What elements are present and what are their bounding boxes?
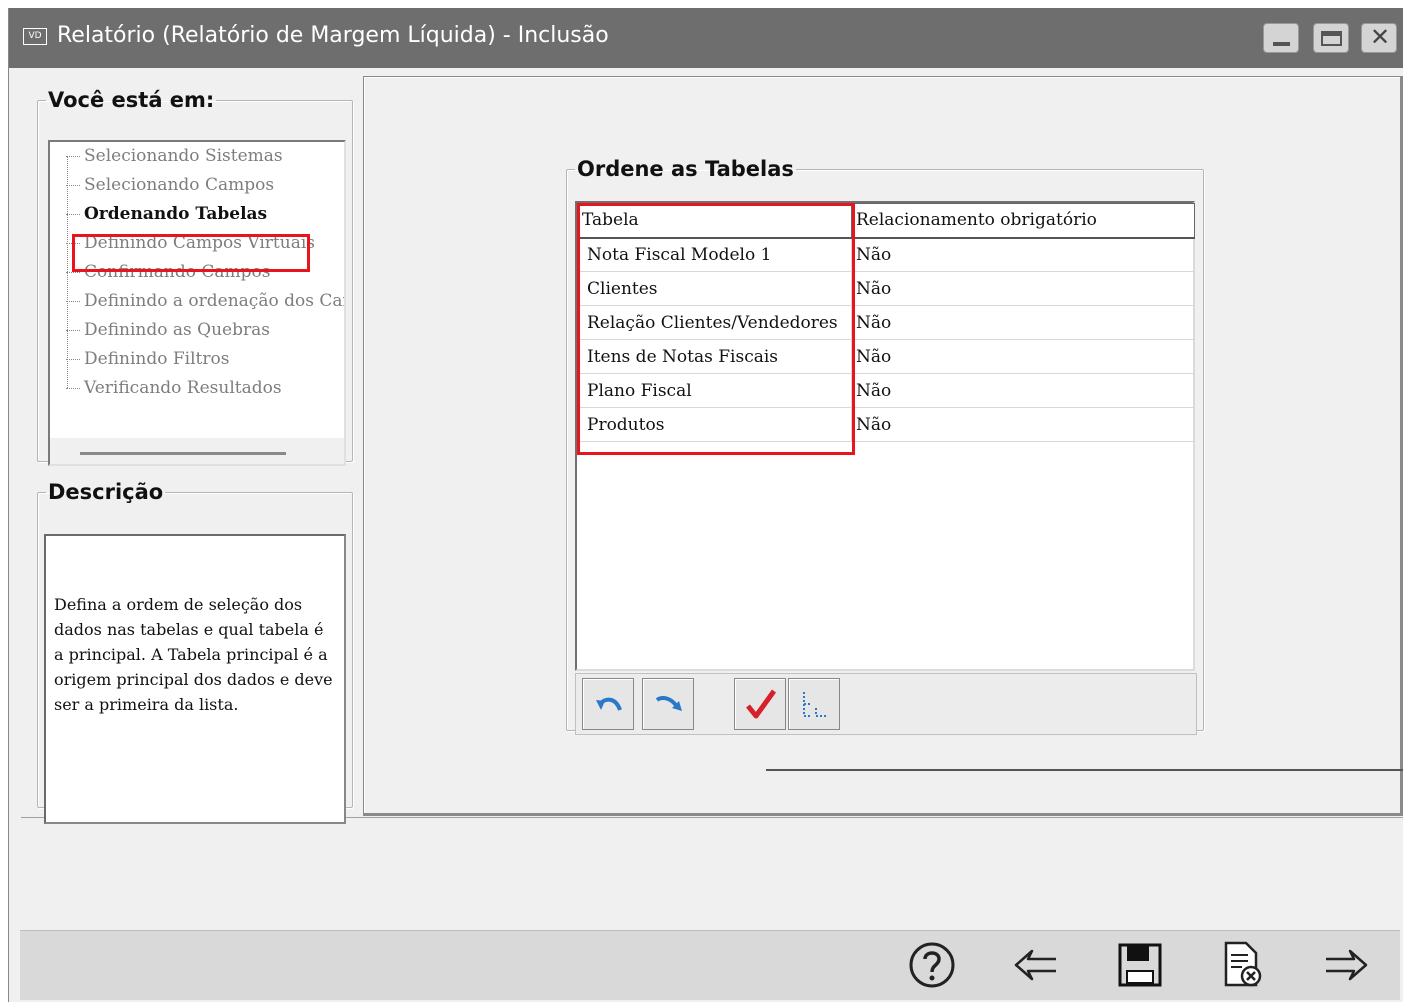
description-title: Descrição bbox=[48, 480, 164, 504]
checkmark-icon bbox=[746, 689, 777, 719]
column-header-relacionamento[interactable]: Relacionamento obrigatório bbox=[851, 203, 1195, 239]
cancel-button[interactable] bbox=[1216, 939, 1268, 991]
next-arrow-icon bbox=[1326, 949, 1368, 981]
step-item[interactable]: Selecionando Campos bbox=[66, 175, 274, 195]
separator-line bbox=[766, 769, 1403, 771]
step-item[interactable]: Ordenando Tabelas bbox=[66, 204, 267, 224]
next-button[interactable] bbox=[1320, 939, 1372, 991]
move-down-button[interactable] bbox=[642, 678, 694, 730]
navigation-bar bbox=[20, 930, 1400, 1000]
cell-tabela[interactable]: Itens de Notas Fiscais bbox=[577, 339, 852, 374]
table-row[interactable]: Produtos Não bbox=[577, 407, 1195, 442]
location-title: Você está em: bbox=[48, 88, 215, 112]
cell-relacionamento[interactable]: Não bbox=[851, 237, 1195, 272]
cell-relacionamento[interactable]: Não bbox=[851, 271, 1195, 306]
table-row[interactable]: Plano Fiscal Não bbox=[577, 373, 1195, 408]
cell-relacionamento[interactable]: Não bbox=[851, 305, 1195, 340]
scrollbar-thumb[interactable] bbox=[80, 452, 286, 455]
cell-tabela[interactable]: Produtos bbox=[577, 407, 852, 442]
step-item[interactable]: Definindo Filtros bbox=[66, 349, 229, 369]
step-item[interactable]: Selecionando Sistemas bbox=[66, 146, 283, 166]
step-item[interactable]: Definindo a ordenação dos Campos bbox=[66, 291, 344, 311]
move-up-button[interactable] bbox=[582, 678, 634, 730]
close-icon: ✕ bbox=[1370, 23, 1391, 51]
tree-view-button[interactable] bbox=[788, 678, 840, 730]
cell-relacionamento[interactable]: Não bbox=[851, 407, 1195, 442]
table-row[interactable]: Itens de Notas Fiscais Não bbox=[577, 339, 1195, 374]
grid-toolbar bbox=[575, 673, 1197, 735]
content-panel: Ordene as Tabelas Tabela Relacionamento … bbox=[363, 76, 1403, 816]
save-button[interactable] bbox=[1114, 939, 1166, 991]
column-header-tabela[interactable]: Tabela bbox=[577, 203, 852, 239]
confirm-button[interactable] bbox=[734, 678, 786, 730]
tables-grid[interactable]: Tabela Relacionamento obrigatório Nota F… bbox=[575, 201, 1195, 671]
step-item[interactable]: Verificando Resultados bbox=[66, 378, 282, 398]
title-bar[interactable]: VD Relatório (Relatório de Margem Líquid… bbox=[9, 8, 1403, 68]
cell-tabela[interactable]: Plano Fiscal bbox=[577, 373, 852, 408]
table-row[interactable]: Relação Clientes/Vendedores Não bbox=[577, 305, 1195, 340]
cell-tabela[interactable]: Relação Clientes/Vendedores bbox=[577, 305, 852, 340]
tables-title: Ordene as Tabelas bbox=[577, 157, 794, 181]
cell-relacionamento[interactable]: Não bbox=[851, 339, 1195, 374]
tree-icon bbox=[803, 692, 826, 717]
minimize-button[interactable] bbox=[1263, 23, 1299, 53]
steps-horizontal-scrollbar[interactable] bbox=[50, 438, 344, 464]
close-button[interactable]: ✕ bbox=[1361, 23, 1397, 53]
cell-tabela[interactable]: Clientes bbox=[577, 271, 852, 306]
table-row[interactable]: Clientes Não bbox=[577, 271, 1195, 306]
tables-table: Tabela Relacionamento obrigatório Nota F… bbox=[577, 203, 1195, 442]
maximize-icon bbox=[1321, 31, 1342, 46]
save-icon bbox=[1118, 943, 1162, 987]
steps-tree[interactable]: Selecionando Sistemas Selecionando Campos… bbox=[48, 140, 346, 466]
window-title: Relatório (Relatório de Margem Líquida) … bbox=[57, 23, 609, 48]
step-item[interactable]: Definindo as Quebras bbox=[66, 320, 270, 340]
maximize-button[interactable] bbox=[1313, 23, 1349, 53]
cell-tabela[interactable]: Nota Fiscal Modelo 1 bbox=[577, 237, 852, 272]
back-arrow-icon bbox=[1014, 949, 1056, 981]
highlight-box-active-step bbox=[72, 234, 310, 272]
app-logo: VD bbox=[23, 28, 47, 45]
wizard-body: Você está em: Selecionando Sistemas Selec… bbox=[21, 68, 1403, 824]
cancel-document-icon bbox=[1224, 941, 1262, 987]
help-button[interactable] bbox=[906, 939, 958, 991]
description-group: Descrição Defina a ordem de seleção dos … bbox=[37, 480, 353, 824]
move-down-icon bbox=[655, 696, 682, 711]
app-window: VD Relatório (Relatório de Margem Líquid… bbox=[8, 8, 1403, 1002]
minimize-icon bbox=[1273, 42, 1290, 46]
tables-group: Ordene as Tabelas Tabela Relacionamento … bbox=[566, 157, 1204, 735]
help-icon bbox=[909, 942, 955, 988]
grid-header-row: Tabela Relacionamento obrigatório bbox=[577, 203, 1195, 239]
cell-relacionamento[interactable]: Não bbox=[851, 373, 1195, 408]
back-button[interactable] bbox=[1010, 939, 1062, 991]
move-up-icon bbox=[596, 697, 622, 711]
location-group: Você está em: Selecionando Sistemas Selec… bbox=[37, 88, 353, 466]
description-text: Defina a ordem de seleção dos dados nas … bbox=[44, 534, 346, 824]
grid-body: Nota Fiscal Modelo 1 Não Clientes Não Relaçã… bbox=[577, 237, 1195, 442]
table-row[interactable]: Nota Fiscal Modelo 1 Não bbox=[577, 237, 1195, 272]
